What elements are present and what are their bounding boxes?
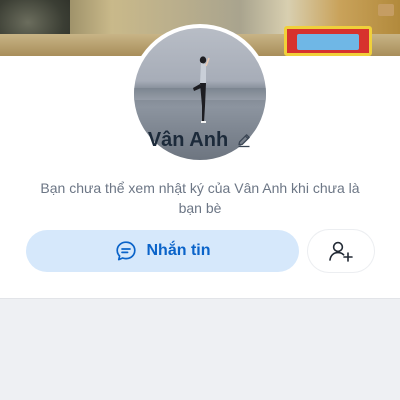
pencil-icon[interactable] [236,132,252,148]
chat-bubble-icon [115,241,136,261]
message-button-label: Nhắn tin [146,242,211,259]
cover-photo-toy [284,26,372,56]
private-diary-notice: Bạn chưa thể xem nhật ký của Vân Anh khi… [40,180,360,216]
name-row: Vân Anh [0,126,400,154]
section-divider [0,298,400,299]
profile-card: Vân Anh Bạn chưa thể xem nhật ký của Vân… [0,24,400,298]
avatar-person [193,56,210,123]
profile-screen: Vân Anh Bạn chưa thể xem nhật ký của Vân… [0,0,400,400]
message-button[interactable]: Nhắn tin [26,230,299,272]
add-friend-icon [329,241,353,262]
profile-name: Vân Anh [147,128,229,151]
cover-photo-object [378,4,394,16]
add-friend-button[interactable] [308,230,374,272]
